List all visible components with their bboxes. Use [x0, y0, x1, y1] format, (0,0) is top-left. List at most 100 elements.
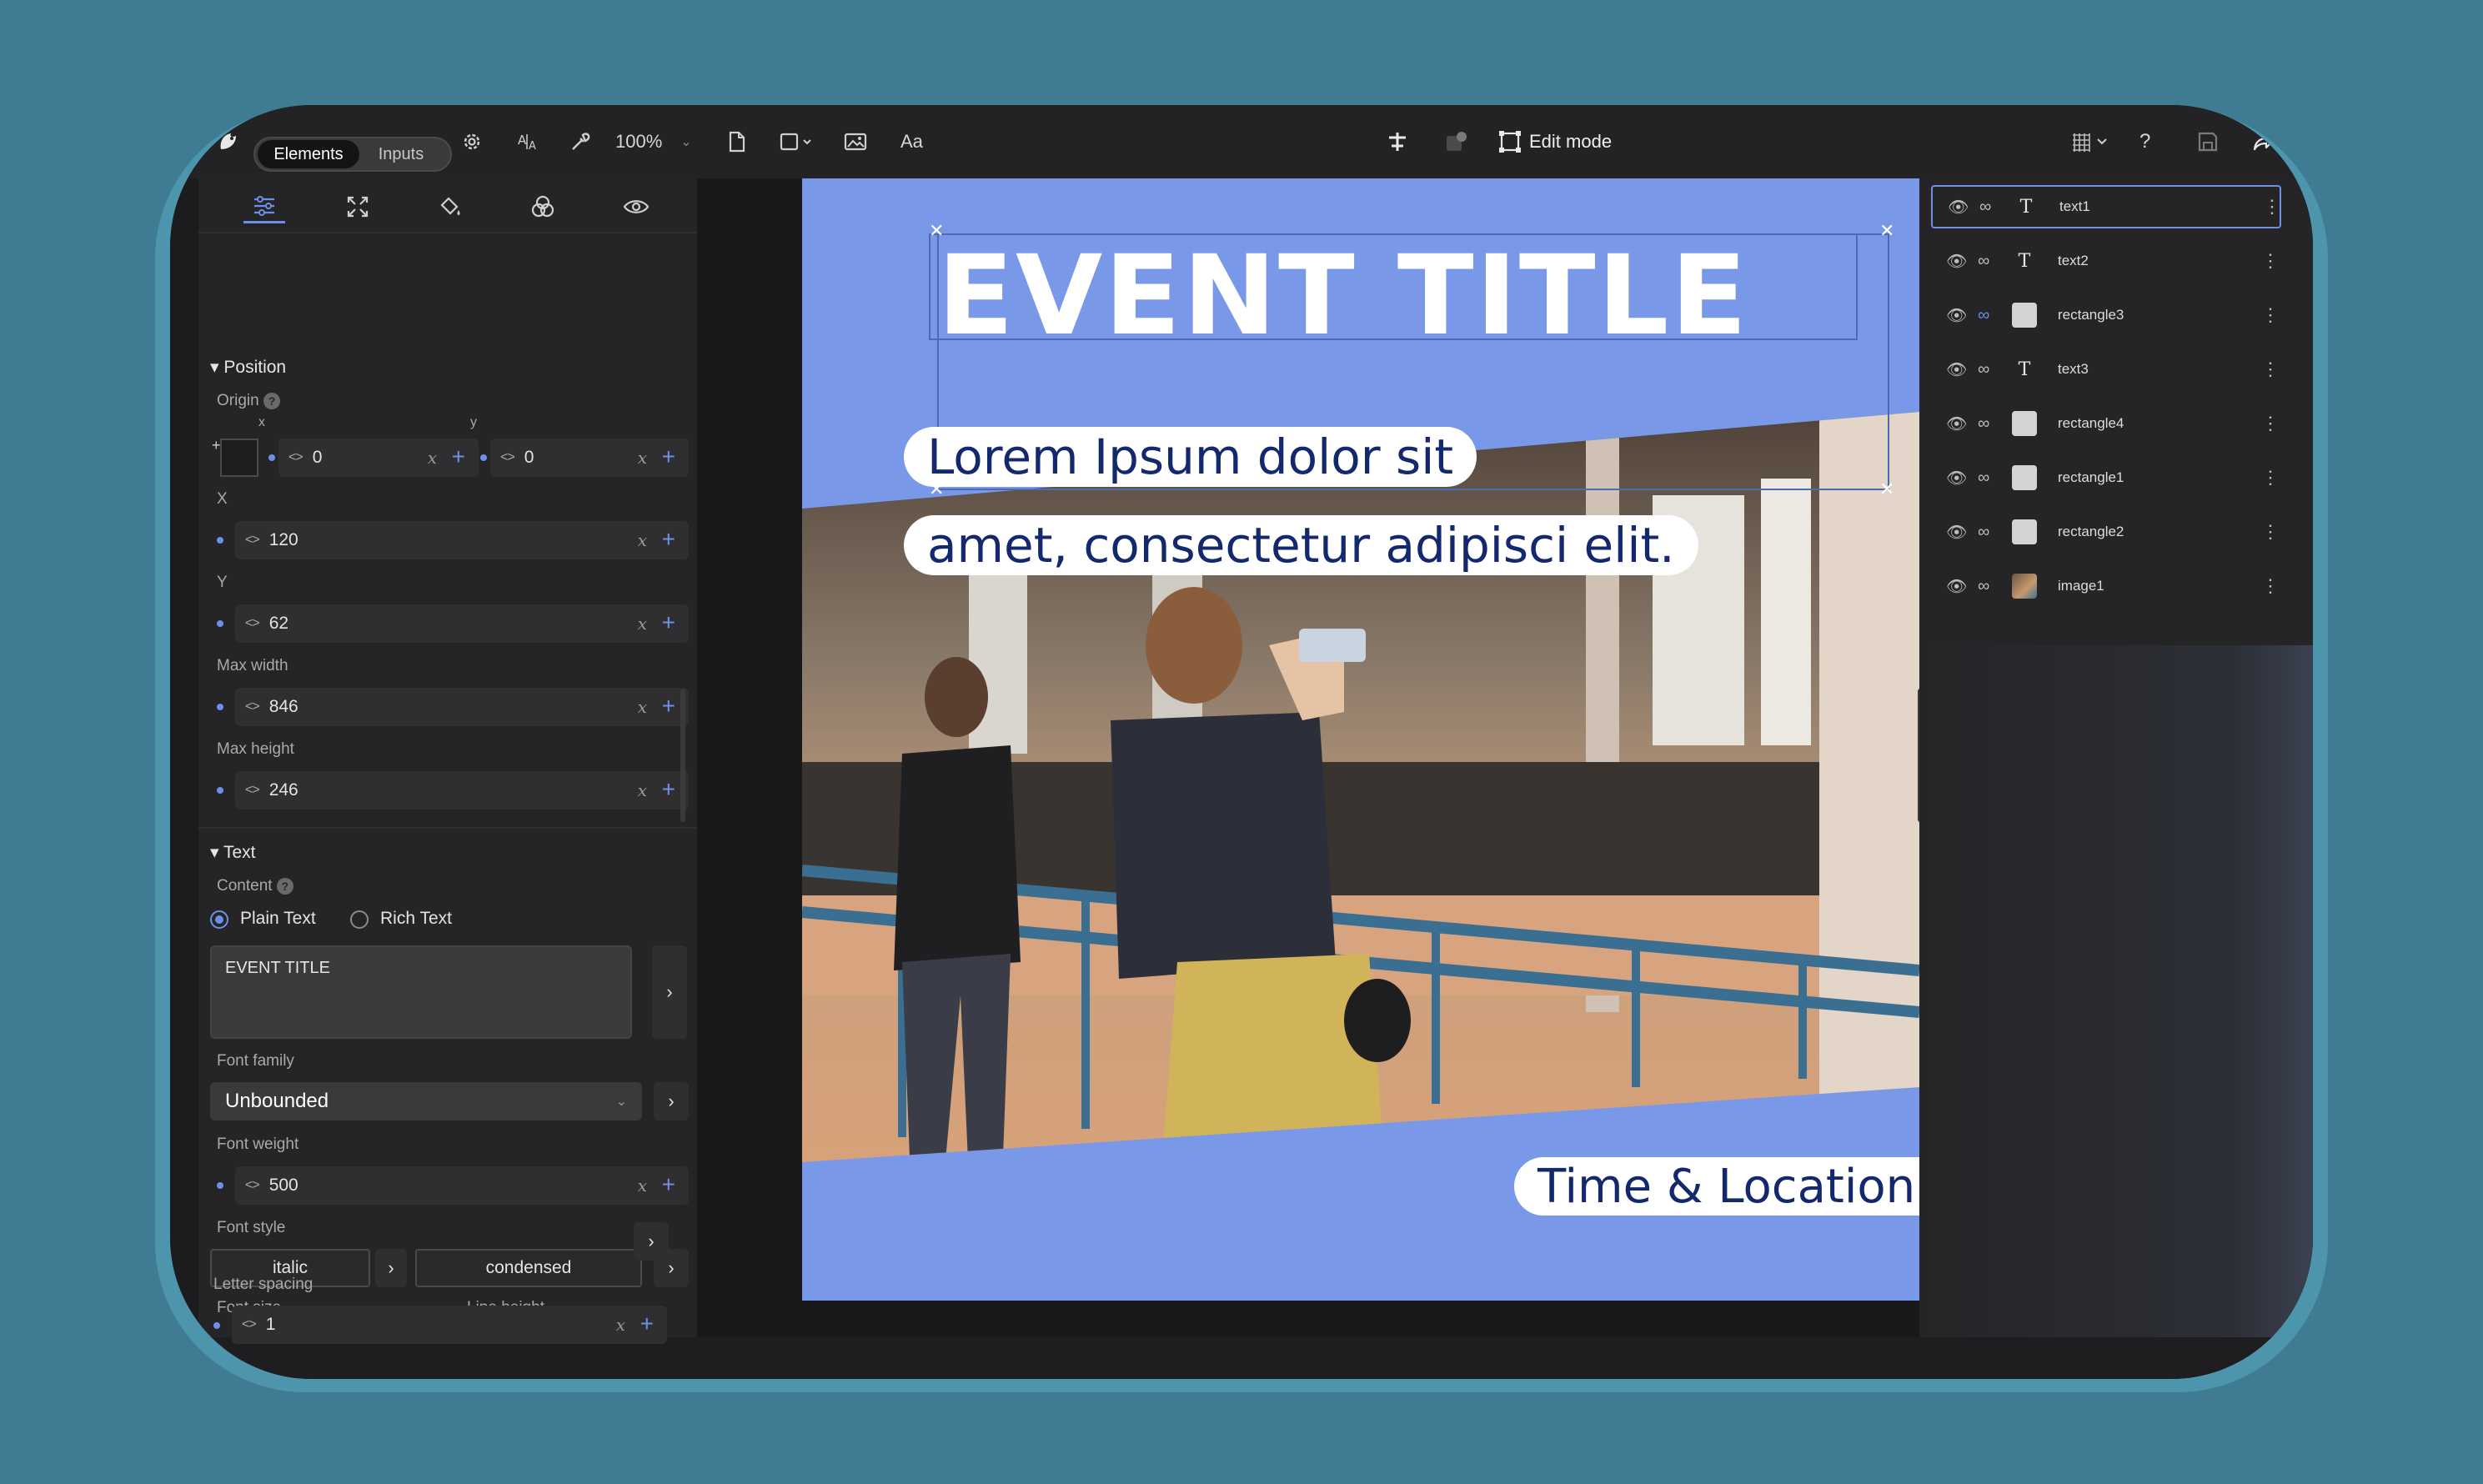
- share-icon[interactable]: [2246, 105, 2280, 178]
- plus-icon[interactable]: +: [662, 1171, 675, 1198]
- text-section-toggle[interactable]: ▾ Text: [210, 842, 256, 863]
- link-icon[interactable]: ∞: [1978, 306, 1989, 325]
- variable-icon[interactable]: x: [616, 1315, 625, 1335]
- more-vertical-icon[interactable]: ⋮: [2261, 250, 2280, 272]
- grid-icon[interactable]: [2068, 105, 2118, 178]
- layer-row-text2[interactable]: 👁 ∞ T text2 ⋮: [1931, 239, 2281, 283]
- content-expand-button[interactable]: ›: [652, 945, 687, 1039]
- layer-row-text1[interactable]: 👁 ∞ T text1 ⋮: [1931, 185, 2281, 228]
- rich-text-radio[interactable]: [350, 910, 369, 929]
- max-height-field[interactable]: <> 246 x +: [235, 771, 689, 810]
- plus-icon[interactable]: +: [662, 526, 675, 553]
- origin-picker[interactable]: [220, 439, 258, 477]
- origin-x-field[interactable]: <> 0 x +: [278, 439, 479, 477]
- eye-icon[interactable]: 👁: [1946, 305, 1967, 326]
- eye-icon[interactable]: 👁: [1946, 414, 1967, 434]
- plus-icon[interactable]: +: [662, 444, 675, 470]
- align-center-icon[interactable]: [1379, 105, 1416, 178]
- subtitle-line-2[interactable]: amet, consectetur adipisci elit.: [904, 515, 1698, 575]
- variable-icon[interactable]: x: [428, 448, 437, 468]
- layer-row-rectangle2[interactable]: 👁 ∞ rectangle2 ⋮: [1931, 510, 2281, 554]
- plus-icon[interactable]: +: [452, 444, 465, 470]
- tab-transform-expand-icon[interactable]: [337, 190, 379, 223]
- time-location-text[interactable]: Time & Location: [1514, 1157, 1919, 1216]
- help-circle-icon[interactable]: ?: [263, 393, 280, 409]
- more-vertical-icon[interactable]: ⋮: [2261, 467, 2280, 489]
- edit-mode-icon[interactable]: [1496, 105, 1524, 178]
- x-field[interactable]: <> 120 x +: [235, 521, 689, 559]
- more-vertical-icon[interactable]: ⋮: [2261, 358, 2280, 380]
- tab-settings-sliders-icon[interactable]: [243, 190, 285, 223]
- help-icon[interactable]: ?: [2139, 105, 2164, 178]
- line-height-next-button[interactable]: ›: [634, 1222, 669, 1261]
- eye-icon[interactable]: 👁: [1946, 359, 1967, 380]
- image-icon[interactable]: [837, 105, 874, 178]
- link-icon[interactable]: ∞: [1978, 469, 1989, 488]
- help-circle-icon[interactable]: ?: [276, 878, 293, 895]
- tab-fill-bucket-icon[interactable]: [429, 190, 470, 223]
- layer-row-rectangle4[interactable]: 👁 ∞ rectangle4 ⋮: [1931, 402, 2281, 445]
- layer-row-rectangle3[interactable]: 👁 ∞ rectangle3 ⋮: [1931, 293, 2281, 337]
- variable-icon[interactable]: x: [638, 780, 647, 800]
- plus-icon[interactable]: +: [640, 1311, 654, 1337]
- y-field[interactable]: <> 62 x +: [235, 604, 689, 643]
- eyedropper-icon[interactable]: [562, 105, 599, 178]
- resize-handle-bottom-right[interactable]: ✕: [1879, 479, 1894, 500]
- rectangle-tool-icon[interactable]: [775, 105, 825, 178]
- link-icon[interactable]: ∞: [1978, 252, 1989, 271]
- link-icon[interactable]: ∞: [1979, 198, 1991, 217]
- more-vertical-icon[interactable]: ⋮: [2261, 304, 2280, 326]
- font-button[interactable]: Aa: [900, 105, 937, 178]
- variable-icon[interactable]: x: [638, 1176, 647, 1196]
- plain-text-label[interactable]: Plain Text: [240, 909, 316, 929]
- plus-icon[interactable]: +: [662, 609, 675, 636]
- link-icon[interactable]: ∞: [1978, 577, 1989, 596]
- max-width-field[interactable]: <> 846 x +: [235, 688, 689, 726]
- more-vertical-icon[interactable]: ⋮: [2263, 196, 2281, 218]
- more-vertical-icon[interactable]: ⋮: [2261, 575, 2280, 597]
- eye-icon[interactable]: 👁: [1946, 522, 1967, 543]
- text-tools-icon[interactable]: AA: [510, 105, 547, 178]
- mode-elements-tab[interactable]: Elements: [258, 140, 359, 168]
- link-icon[interactable]: ∞: [1978, 523, 1989, 542]
- variable-icon[interactable]: x: [638, 614, 647, 634]
- variable-icon[interactable]: x: [638, 448, 647, 468]
- plus-icon[interactable]: +: [662, 693, 675, 719]
- font-family-select[interactable]: Unbounded ⌄: [210, 1082, 642, 1121]
- content-textarea[interactable]: EVENT TITLE: [210, 945, 632, 1039]
- link-icon[interactable]: ∞: [1978, 414, 1989, 434]
- layer-row-image1[interactable]: 👁 ∞ image1 ⋮: [1931, 564, 2281, 608]
- resize-handle-top-left[interactable]: ✕: [929, 220, 944, 242]
- position-section-toggle[interactable]: ▾ Position: [210, 357, 286, 378]
- origin-y-field[interactable]: <> 0 x +: [490, 439, 689, 477]
- eye-icon[interactable]: 👁: [1946, 251, 1967, 272]
- artboard[interactable]: EVENT TITLE ✕ ✕ ✕ ✕ Lorem Ipsum dolor si…: [802, 178, 1919, 1301]
- rich-text-label[interactable]: Rich Text: [380, 909, 452, 929]
- more-vertical-icon[interactable]: ⋮: [2261, 413, 2280, 434]
- font-style-condensed-button[interactable]: condensed: [415, 1249, 642, 1287]
- chevron-down-icon[interactable]: ⌄: [674, 105, 699, 178]
- letter-spacing-field[interactable]: <> 1 x +: [232, 1306, 667, 1344]
- resize-handle-top-right[interactable]: ✕: [1879, 220, 1894, 242]
- layer-row-rectangle1[interactable]: 👁 ∞ rectangle1 ⋮: [1931, 456, 2281, 499]
- panel-scrollbar[interactable]: [680, 689, 685, 822]
- eye-icon[interactable]: 👁: [1948, 197, 1969, 218]
- tab-effects-circles-icon[interactable]: [522, 190, 564, 223]
- eye-icon[interactable]: 👁: [1946, 576, 1967, 597]
- toggle-icon[interactable]: [1439, 105, 1472, 178]
- variable-icon[interactable]: x: [638, 530, 647, 550]
- app-logo-icon[interactable]: [212, 105, 245, 178]
- zoom-level[interactable]: 100%: [615, 105, 674, 178]
- tab-visibility-eye-icon[interactable]: [615, 190, 657, 223]
- more-vertical-icon[interactable]: ⋮: [2261, 521, 2280, 543]
- variable-icon[interactable]: x: [638, 697, 647, 717]
- mode-inputs-tab[interactable]: Inputs: [359, 140, 443, 168]
- eye-icon[interactable]: 👁: [1946, 468, 1967, 489]
- italic-next-button[interactable]: ›: [375, 1249, 407, 1287]
- page-icon[interactable]: [720, 105, 754, 178]
- font-weight-field[interactable]: <> 500 x +: [235, 1166, 689, 1205]
- link-icon[interactable]: ∞: [1978, 360, 1989, 379]
- save-icon[interactable]: [2191, 105, 2225, 178]
- plain-text-radio[interactable]: [210, 910, 228, 929]
- layer-row-text3[interactable]: 👁 ∞ T text3 ⋮: [1931, 348, 2281, 391]
